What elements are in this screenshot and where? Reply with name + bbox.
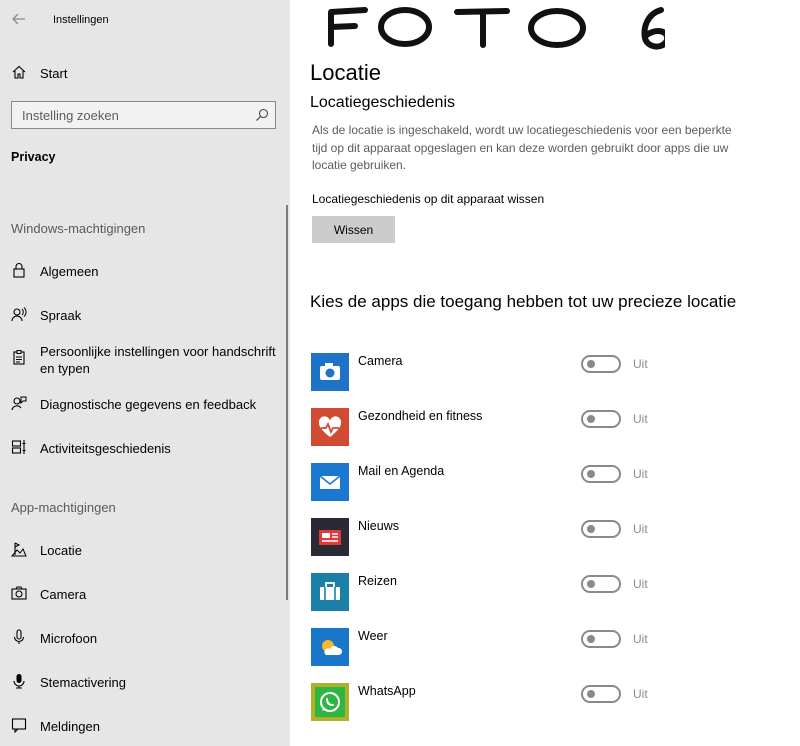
sidebar-item-label: Activiteitsgeschiedenis [40,441,171,456]
app-row-weer: Weer Uit [311,628,791,668]
toggle-state: Uit [633,467,648,481]
toggle-knob [587,470,595,478]
group-heading-windows: Windows-machtigingen [11,221,146,236]
main-content: Locatie Locatiegeschiedenis Als de locat… [290,0,800,746]
toggle-state: Uit [633,632,648,646]
voice-activation-icon [11,673,27,689]
speech-icon [11,306,27,322]
toggle-state: Uit [633,577,648,591]
toggle-knob [587,525,595,533]
sidebar-item-diagnostische[interactable]: Diagnostische gegevens en feedback [0,388,290,418]
toggle-state: Uit [633,687,648,701]
toggle-state: Uit [633,357,648,371]
app-row-gezondheid: Gezondheid en fitness Uit [311,408,791,448]
app-row-reizen: Reizen Uit [311,573,791,613]
weather-app-icon [311,628,349,666]
microphone-icon [11,629,27,645]
group-heading-apps: App-machtigingen [11,500,116,515]
sidebar-item-start[interactable]: Start [0,58,290,88]
sidebar-scrollbar[interactable] [286,205,288,600]
location-toggle[interactable] [581,685,621,703]
sidebar-item-label: Camera [40,587,87,602]
toggle-knob [587,360,595,368]
app-name: Camera [358,354,403,368]
sidebar-item-label: Stemactivering [40,675,126,690]
location-toggle[interactable] [581,520,621,538]
health-app-icon [311,408,349,446]
sidebar-item-label: Meldingen [40,719,100,734]
clipboard-icon [11,349,27,365]
section-description: Als de locatie is ingeschakeld, wordt uw… [312,123,732,172]
location-toggle[interactable] [581,465,621,483]
app-row-whatsapp: WhatsApp Uit [311,683,791,723]
sidebar-item-label: Start [40,66,68,81]
app-name: Reizen [358,574,397,588]
location-toggle[interactable] [581,630,621,648]
feedback-icon [11,395,27,411]
sidebar-item-stemactivering[interactable]: Stemactivering [0,666,290,696]
sidebar-item-microfoon[interactable]: Microfoon [0,622,290,652]
app-name: WhatsApp [358,684,416,698]
notifications-icon [11,717,27,734]
page-title: Locatie [310,60,381,85]
toggle-knob [587,690,595,698]
sidebar-item-algemeen[interactable]: Algemeen [0,255,290,285]
sidebar-item-locatie[interactable]: Locatie [0,534,290,564]
clear-history-label: Locatiegeschiedenis op dit apparaat wiss… [312,192,545,206]
location-toggle[interactable] [581,355,621,373]
camera-icon [11,585,27,601]
app-name: Mail en Agenda [358,464,445,478]
app-row-camera: Camera Uit [311,353,791,393]
sidebar-item-label: Algemeen [40,264,99,279]
title-bar: Instellingen [0,0,290,40]
toggle-knob [587,415,595,423]
search-icon[interactable] [255,108,269,122]
toggle-state: Uit [633,412,648,426]
handwritten-annotation [328,7,665,50]
sidebar-item-activiteit[interactable]: Activiteitsgeschiedenis [0,432,290,462]
app-name: Gezondheid en fitness [358,409,483,423]
lock-icon [11,262,27,278]
sidebar-item-meldingen[interactable]: Meldingen [0,710,290,740]
clear-history-button[interactable]: Wissen [312,216,395,243]
app-row-nieuws: Nieuws Uit [311,518,791,558]
mail-app-icon [311,463,349,501]
sidebar-item-label: Diagnostische gegevens en feedback [40,397,257,412]
sidebar-item-label: Persoonlijke instellingen voor handschri… [40,344,276,376]
location-toggle[interactable] [581,575,621,593]
sidebar-item-label: Spraak [40,308,82,323]
news-app-icon [311,518,349,556]
sidebar-item-label: Microfoon [40,631,98,646]
sidebar-item-camera[interactable]: Camera [0,578,290,608]
app-name: Weer [358,629,388,643]
sidebar-item-label: Locatie [40,543,82,558]
camera-app-icon [311,353,349,391]
toggle-knob [587,635,595,643]
timeline-icon [11,439,27,455]
apps-section-title: Kies de apps die toegang hebben tot uw p… [310,292,737,311]
app-title: Instellingen [53,14,109,26]
current-section-heading: Privacy [11,150,56,164]
toggle-knob [587,580,595,588]
home-icon [11,64,27,80]
location-icon [10,541,27,557]
sidebar-item-spraak[interactable]: Spraak [0,299,290,329]
app-name: Nieuws [358,519,399,533]
sidebar: Instellingen Start Privacy Windows-macht… [0,0,290,746]
search-input[interactable] [12,102,242,128]
back-arrow-icon[interactable] [10,10,28,28]
sidebar-item-handschrift[interactable]: Persoonlijke instellingen voor handschri… [0,342,290,378]
toggle-state: Uit [633,522,648,536]
location-toggle[interactable] [581,410,621,428]
section-title: Locatiegeschiedenis [310,94,455,111]
search-box[interactable] [11,101,276,129]
app-row-mail: Mail en Agenda Uit [311,463,791,503]
whatsapp-app-icon [311,683,349,721]
travel-app-icon [311,573,349,611]
